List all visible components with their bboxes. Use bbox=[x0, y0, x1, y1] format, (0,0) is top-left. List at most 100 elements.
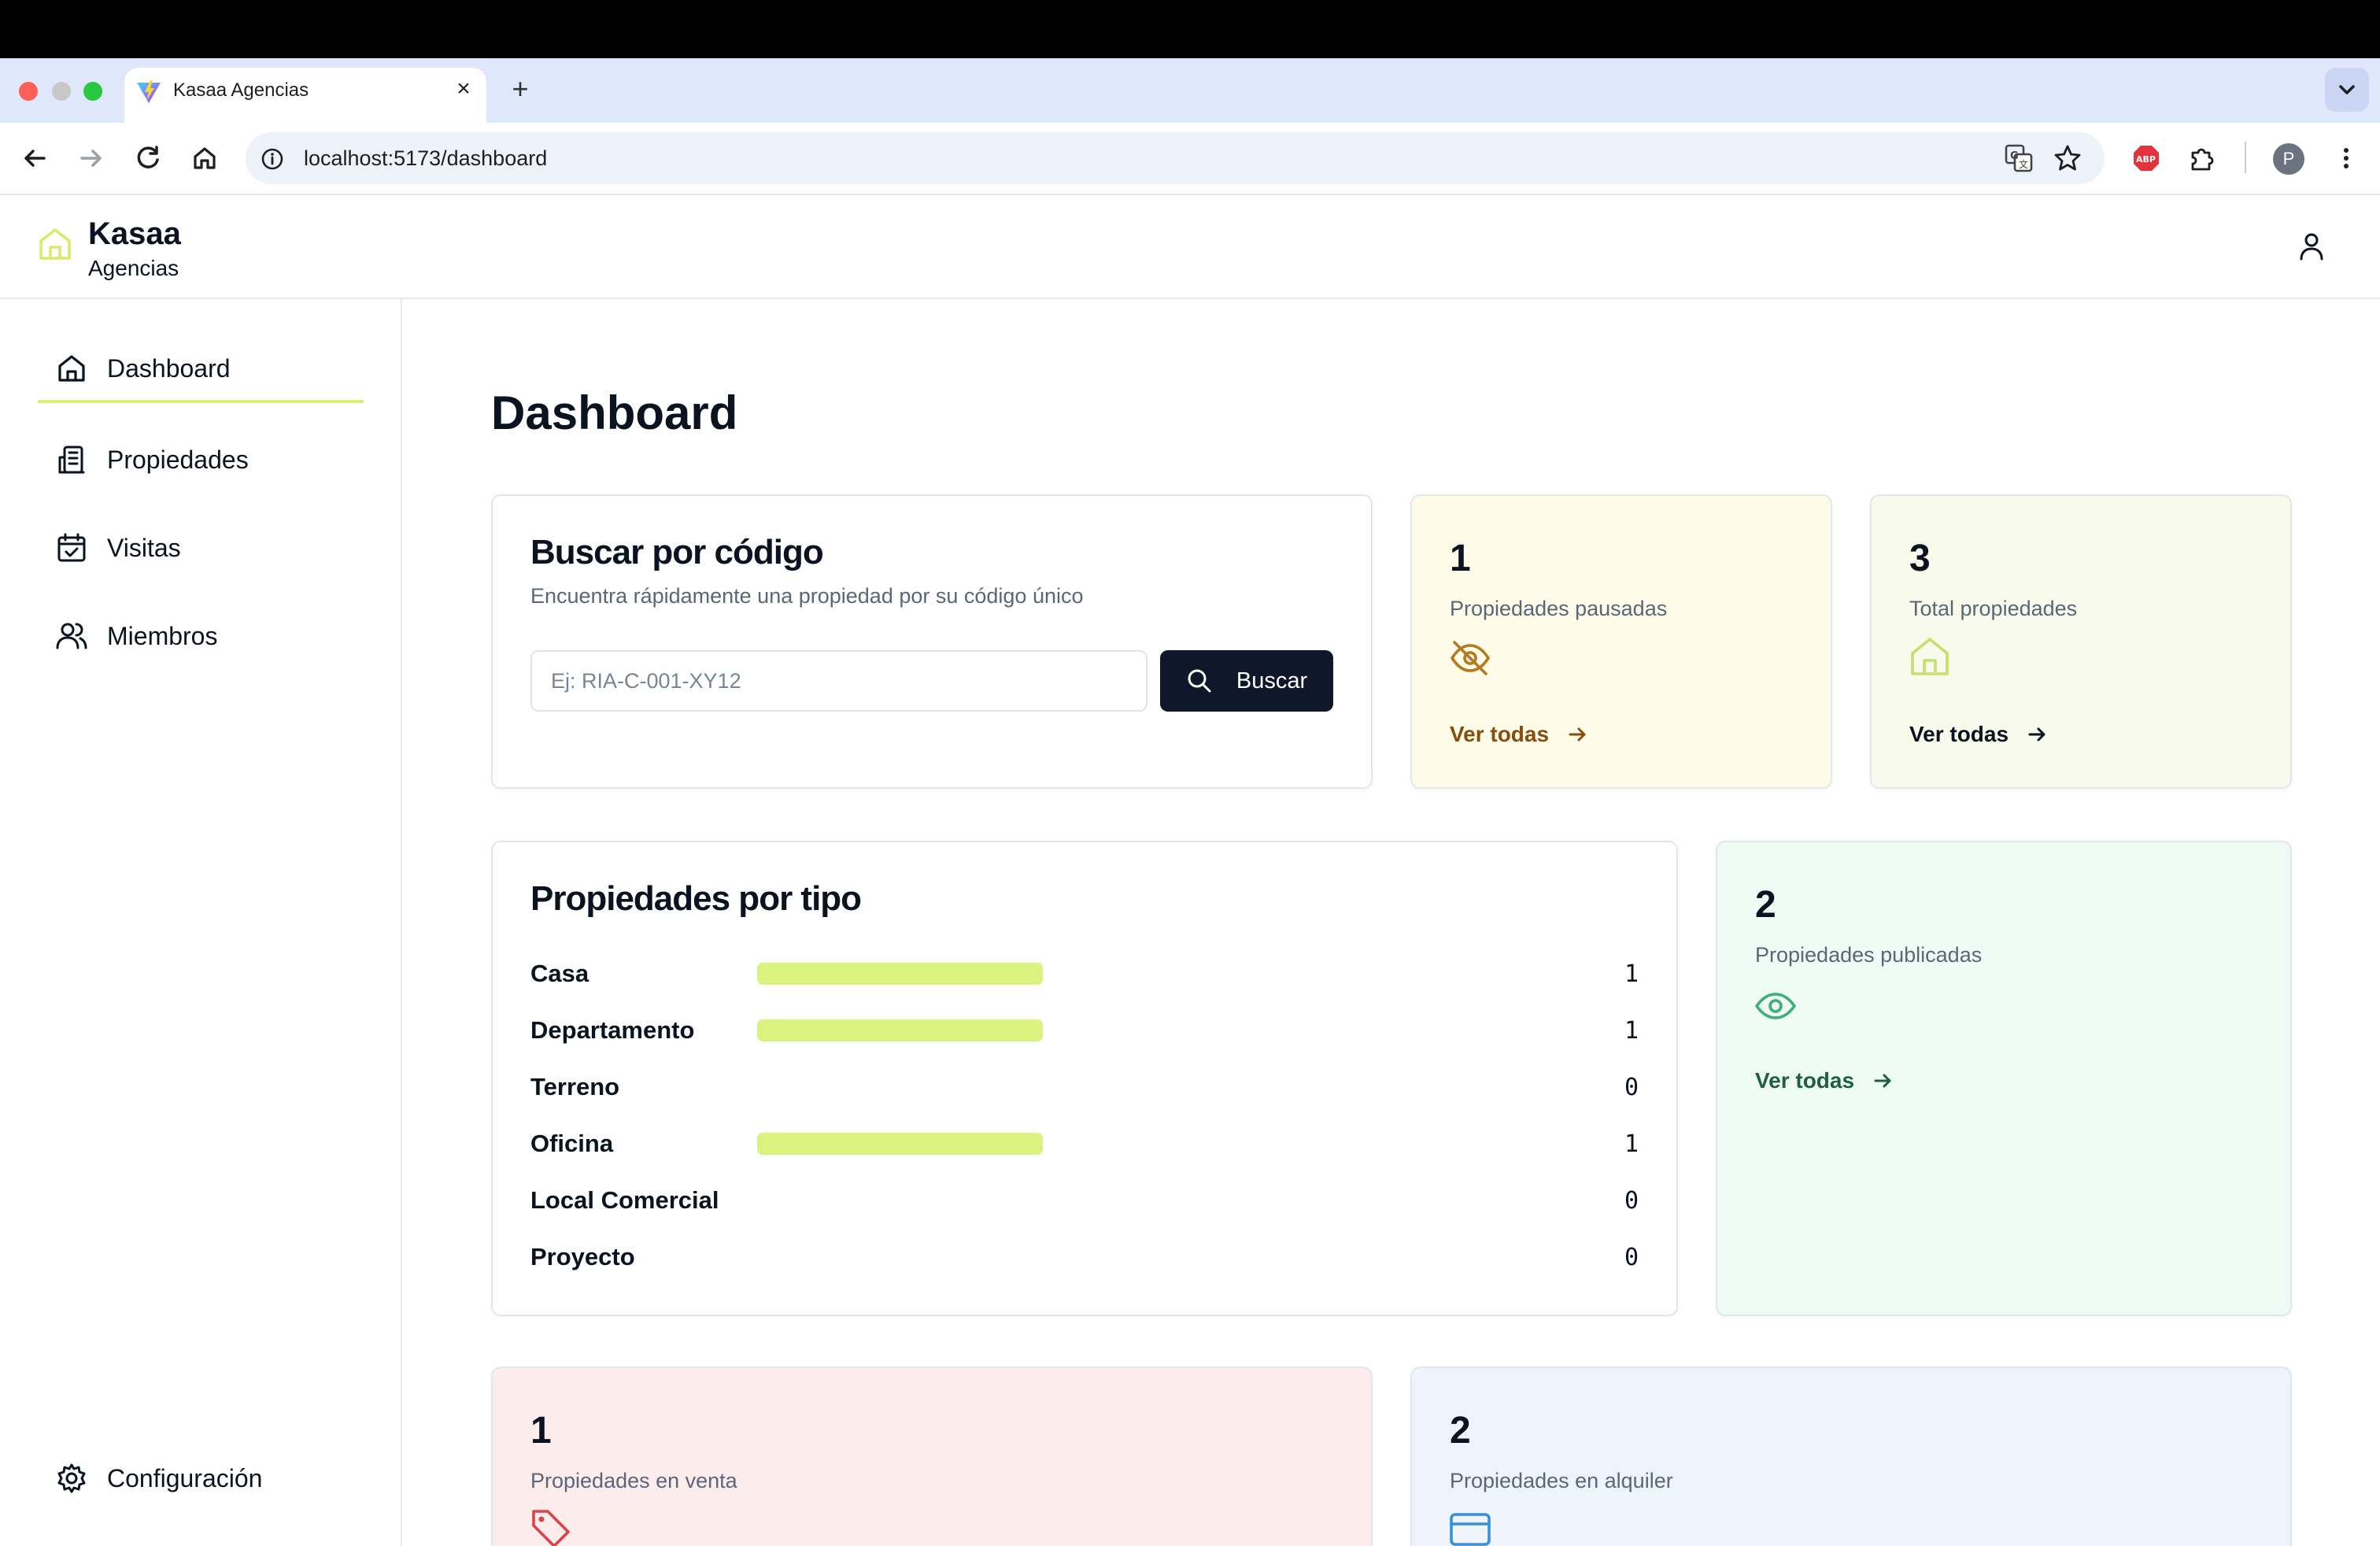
sidebar-item-label: Visitas bbox=[107, 533, 181, 562]
type-bar-track bbox=[757, 1133, 1615, 1155]
search-button-label: Buscar bbox=[1236, 668, 1308, 693]
search-code-input[interactable] bbox=[530, 650, 1148, 712]
user-menu-button[interactable] bbox=[2298, 231, 2325, 261]
arrow-right-icon bbox=[2028, 727, 2046, 742]
paused-count: 1 bbox=[1450, 538, 1471, 579]
svg-text:文: 文 bbox=[2019, 158, 2028, 170]
screen-top-bar bbox=[0, 0, 2380, 58]
maximize-window-button[interactable] bbox=[83, 82, 102, 101]
close-window-button[interactable] bbox=[19, 82, 38, 101]
type-row: Proyecto 0 bbox=[530, 1235, 1639, 1279]
rent-properties-card bbox=[1410, 1367, 2292, 1546]
active-nav-indicator bbox=[38, 400, 364, 403]
type-count: 0 bbox=[1624, 1073, 1639, 1101]
type-bar bbox=[757, 963, 1043, 985]
forward-button[interactable] bbox=[74, 141, 109, 176]
svg-text:ABP: ABP bbox=[2136, 154, 2156, 165]
type-count: 1 bbox=[1624, 1016, 1639, 1045]
eye-off-icon bbox=[1448, 636, 1492, 680]
type-name: Casa bbox=[530, 960, 589, 987]
sidebar-item-dashboard[interactable]: Dashboard bbox=[38, 337, 364, 400]
adblock-extension-icon[interactable]: ABP bbox=[2131, 143, 2161, 173]
type-count: 0 bbox=[1624, 1186, 1639, 1215]
tab-title: Kasaa Agencias bbox=[173, 80, 309, 101]
type-count: 1 bbox=[1624, 1130, 1639, 1158]
vite-favicon-icon bbox=[135, 79, 162, 105]
type-row: Departamento 1 bbox=[530, 1008, 1639, 1052]
reload-icon bbox=[137, 146, 159, 168]
url-text[interactable]: localhost:5173/dashboard bbox=[304, 146, 547, 171]
sidebar-item-miembros[interactable]: Miembros bbox=[38, 605, 364, 668]
home-icon bbox=[58, 355, 85, 382]
view-all-label: Ver todas bbox=[1909, 722, 2009, 746]
type-name: Proyecto bbox=[530, 1243, 635, 1270]
total-count: 3 bbox=[1909, 538, 1931, 579]
type-count: 1 bbox=[1624, 960, 1639, 988]
type-row: Oficina 1 bbox=[530, 1122, 1639, 1166]
sale-properties-card bbox=[491, 1367, 1373, 1546]
search-button[interactable]: Buscar bbox=[1160, 650, 1333, 712]
search-icon bbox=[1188, 669, 1211, 693]
users-icon bbox=[56, 623, 87, 649]
page-title: Dashboard bbox=[491, 386, 738, 439]
brand-subtitle: Agencias bbox=[88, 256, 179, 280]
sidebar-item-propiedades[interactable]: Propiedades bbox=[38, 428, 364, 491]
profile-avatar[interactable]: P bbox=[2273, 143, 2304, 175]
tab-close-icon[interactable]: × bbox=[452, 77, 475, 101]
type-bar-track bbox=[757, 1076, 1615, 1098]
credit-card-icon bbox=[1448, 1510, 1492, 1546]
user-icon bbox=[2300, 233, 2323, 261]
eye-icon bbox=[1754, 984, 1798, 1028]
tab-search-button[interactable] bbox=[2325, 68, 2369, 112]
sidebar-item-label: Configuración bbox=[107, 1463, 263, 1492]
paused-label: Propiedades pausadas bbox=[1450, 597, 1668, 620]
site-info-icon[interactable] bbox=[260, 146, 285, 172]
gear-icon bbox=[57, 1463, 86, 1493]
search-card-title: Buscar por código bbox=[530, 533, 824, 571]
type-row: Terreno 0 bbox=[530, 1065, 1639, 1109]
back-button[interactable] bbox=[17, 141, 52, 176]
sidebar-item-visitas[interactable]: Visitas bbox=[38, 516, 364, 579]
tag-icon bbox=[529, 1507, 573, 1546]
bookmark-star-icon[interactable] bbox=[2053, 143, 2082, 173]
calendar-check-icon bbox=[57, 533, 86, 562]
rent-count: 2 bbox=[1450, 1410, 1471, 1452]
type-count: 0 bbox=[1624, 1243, 1639, 1271]
type-name: Departamento bbox=[530, 1016, 695, 1044]
type-name: Oficina bbox=[530, 1130, 614, 1157]
arrow-right-icon bbox=[80, 150, 102, 167]
brand-logo-icon[interactable] bbox=[36, 225, 74, 263]
type-row: Local Comercial 0 bbox=[530, 1178, 1639, 1222]
sidebar-item-label: Miembros bbox=[107, 621, 218, 650]
type-bar-track bbox=[757, 1019, 1615, 1041]
home-icon bbox=[194, 147, 216, 169]
sale-count: 1 bbox=[530, 1410, 552, 1452]
published-view-all-link[interactable]: Ver todas bbox=[1755, 1067, 1894, 1094]
sidebar-item-configuracion[interactable]: Configuración bbox=[38, 1447, 364, 1510]
arrow-left-icon bbox=[24, 150, 46, 167]
svg-text:G: G bbox=[2010, 150, 2019, 162]
translate-icon[interactable]: G文 bbox=[2004, 143, 2034, 173]
home-button[interactable] bbox=[187, 141, 222, 176]
total-view-all-link[interactable]: Ver todas bbox=[1909, 721, 2048, 748]
minimize-window-button[interactable] bbox=[52, 82, 71, 101]
home-icon bbox=[1908, 634, 1952, 679]
chevron-down-icon bbox=[2339, 85, 2355, 94]
app-header bbox=[0, 195, 2380, 299]
rent-label: Propiedades en alquiler bbox=[1450, 1469, 1673, 1492]
reload-button[interactable] bbox=[131, 141, 165, 176]
type-row: Casa 1 bbox=[530, 952, 1639, 996]
building-icon bbox=[58, 446, 85, 474]
published-label: Propiedades publicadas bbox=[1755, 943, 1983, 967]
paused-view-all-link[interactable]: Ver todas bbox=[1450, 721, 1588, 748]
brand-name[interactable]: Kasaa bbox=[88, 216, 181, 252]
view-all-label: Ver todas bbox=[1450, 722, 1550, 746]
new-tab-button[interactable]: + bbox=[507, 75, 534, 103]
type-name: Local Comercial bbox=[530, 1186, 719, 1214]
view-all-label: Ver todas bbox=[1755, 1068, 1855, 1093]
browser-menu-icon[interactable] bbox=[2331, 143, 2361, 173]
sidebar-item-label: Propiedades bbox=[107, 445, 249, 474]
extensions-puzzle-icon[interactable] bbox=[2188, 143, 2218, 173]
arrow-right-icon bbox=[1569, 727, 1586, 742]
type-bar bbox=[757, 1133, 1043, 1155]
